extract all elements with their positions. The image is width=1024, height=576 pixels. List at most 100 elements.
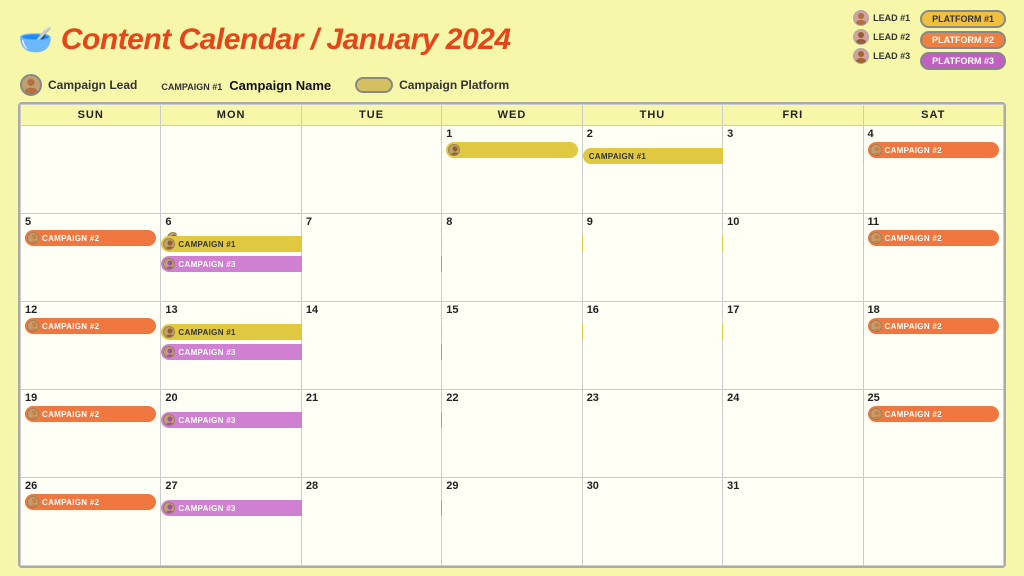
cell-w4-wed: 22	[442, 390, 582, 478]
event-avatar-5	[870, 232, 882, 244]
col-sat: SAT	[863, 105, 1003, 126]
campaign-lead-label: Campaign Lead	[48, 78, 137, 92]
day-23: 23	[587, 392, 718, 404]
cell-w2-sat: 11 CAMPAIGN #2	[863, 214, 1003, 302]
platform-badge-1: PLATFORM #1	[920, 10, 1006, 28]
page-wrapper: 🥣 Content Calendar / January 2024 LEAD #…	[0, 0, 1024, 576]
event-avatar-2	[870, 144, 882, 156]
day-16: 16	[587, 304, 718, 316]
cell-w4-mon: 20 CAMPAIGN #3	[161, 390, 301, 478]
cell-w5-sat	[863, 478, 1003, 566]
event-avatar-9	[870, 320, 882, 332]
cell-w2-thu: 9	[582, 214, 722, 302]
day-20: 20	[165, 392, 296, 404]
platform-badge-3: PLATFORM #3	[920, 52, 1006, 70]
day-9: 9	[587, 216, 718, 228]
cell-w1-sat: 4 CAMPAIGN #2	[863, 126, 1003, 214]
cell-w2-sun: 5 CAMPAIGN #2	[21, 214, 161, 302]
event-w3-sat-c2[interactable]: CAMPAIGN #2	[868, 318, 999, 334]
sub-legend: Campaign Lead CAMPAIGN #1 Campaign Name …	[18, 74, 1006, 96]
calendar-header-row: SUN MON TUE WED THU FRI SAT	[21, 105, 1004, 126]
cell-w4-thu: 23	[582, 390, 722, 478]
cell-w1-thu: 2 CAMPAIGN #1	[582, 126, 722, 214]
event-w2-sun-c2[interactable]: CAMPAIGN #2	[25, 230, 156, 246]
event-avatar-11	[163, 414, 175, 426]
day-8: 8	[446, 216, 577, 228]
event-w1-sat-c2[interactable]: CAMPAIGN #2	[868, 142, 999, 158]
event-avatar-7	[163, 326, 175, 338]
legend-platforms: PLATFORM #1 PLATFORM #2 PLATFORM #3	[920, 10, 1006, 70]
day-5: 5	[25, 216, 156, 228]
cell-w3-fri: 17	[723, 302, 863, 390]
event-avatar-12	[870, 408, 882, 420]
day-6: 6	[165, 216, 296, 228]
day-11: 11	[868, 216, 999, 228]
cell-w4-tue: 21	[301, 390, 441, 478]
title-icon: 🥣	[18, 26, 53, 54]
event-avatar-c1	[163, 238, 175, 250]
cal-week-2: 5 CAMPAIGN #2 6	[21, 214, 1004, 302]
day-18: 18	[868, 304, 999, 316]
legend-area: LEAD #1 LEAD #2 LEAD #3 PLATFORM #1	[853, 10, 1006, 70]
campaign-name-label: CAMPAIGN #1 Campaign Name	[161, 78, 331, 93]
day-27: 27	[165, 480, 296, 492]
cell-w1-tue	[301, 126, 441, 214]
day-3: 3	[727, 128, 858, 140]
day-25: 25	[868, 392, 999, 404]
lead-avatar-2	[853, 29, 869, 45]
cell-w2-tue: 7	[301, 214, 441, 302]
platform-badge-2: PLATFORM #2	[920, 31, 1006, 49]
day-4: 4	[868, 128, 999, 140]
event-w3-sun-c2[interactable]: CAMPAIGN #2	[25, 318, 156, 334]
day-1: 1	[446, 128, 577, 140]
day-7: 7	[306, 216, 437, 228]
day-2: 2	[587, 128, 718, 140]
day-17: 17	[727, 304, 858, 316]
col-wed: WED	[442, 105, 582, 126]
legend-lead-2: LEAD #2	[853, 29, 910, 45]
cell-w2-mon: 6 CAMPAIGN #1	[161, 214, 301, 302]
calendar-wrapper: SUN MON TUE WED THU FRI SAT 1	[18, 102, 1006, 568]
campaign-lead-avatar	[20, 74, 42, 96]
day-12: 12	[25, 304, 156, 316]
cell-w5-sun: 26 CAMPAIGN #2	[21, 478, 161, 566]
col-mon: MON	[161, 105, 301, 126]
title-area: 🥣 Content Calendar / January 2024	[18, 23, 511, 57]
legend-lead-3: LEAD #3	[853, 48, 910, 64]
event-avatar-13	[27, 496, 39, 508]
cell-w3-sat: 18 CAMPAIGN #2	[863, 302, 1003, 390]
sub-legend-lead: Campaign Lead	[20, 74, 137, 96]
col-thu: THU	[582, 105, 722, 126]
event-w4-sat-c2[interactable]: CAMPAIGN #2	[868, 406, 999, 422]
cell-w5-fri: 31	[723, 478, 863, 566]
event-w4-sun-c2[interactable]: CAMPAIGN #2	[25, 406, 156, 422]
event-w2-sat-c2[interactable]: CAMPAIGN #2	[868, 230, 999, 246]
campaign-platform-label: Campaign Platform	[399, 78, 509, 92]
event-avatar-8	[163, 346, 175, 358]
cell-w4-sat: 25 CAMPAIGN #2	[863, 390, 1003, 478]
day-30: 30	[587, 480, 718, 492]
event-w1-wed-c1[interactable]	[446, 142, 577, 158]
cell-w1-fri: 3	[723, 126, 863, 214]
day-26: 26	[25, 480, 156, 492]
campaign-platform-swatch	[355, 77, 393, 93]
day-14: 14	[306, 304, 437, 316]
cell-w5-tue: 28	[301, 478, 441, 566]
lead-avatar-1	[853, 10, 869, 26]
day-21: 21	[306, 392, 437, 404]
cal-week-3: 12 CAMPAIGN #2 13	[21, 302, 1004, 390]
cell-w5-mon: 27 CAMPAIGN #3	[161, 478, 301, 566]
event-avatar-14	[163, 502, 175, 514]
day-10: 10	[727, 216, 858, 228]
col-tue: TUE	[301, 105, 441, 126]
day-31: 31	[727, 480, 858, 492]
cell-w4-fri: 24	[723, 390, 863, 478]
cell-w4-sun: 19 CAMPAIGN #2	[21, 390, 161, 478]
col-sun: SUN	[21, 105, 161, 126]
lead-avatar-3	[853, 48, 869, 64]
day-15: 15	[446, 304, 577, 316]
event-w5-sun-c2[interactable]: CAMPAIGN #2	[25, 494, 156, 510]
day-13: 13	[165, 304, 296, 316]
event-avatar	[448, 144, 460, 156]
day-22: 22	[446, 392, 577, 404]
